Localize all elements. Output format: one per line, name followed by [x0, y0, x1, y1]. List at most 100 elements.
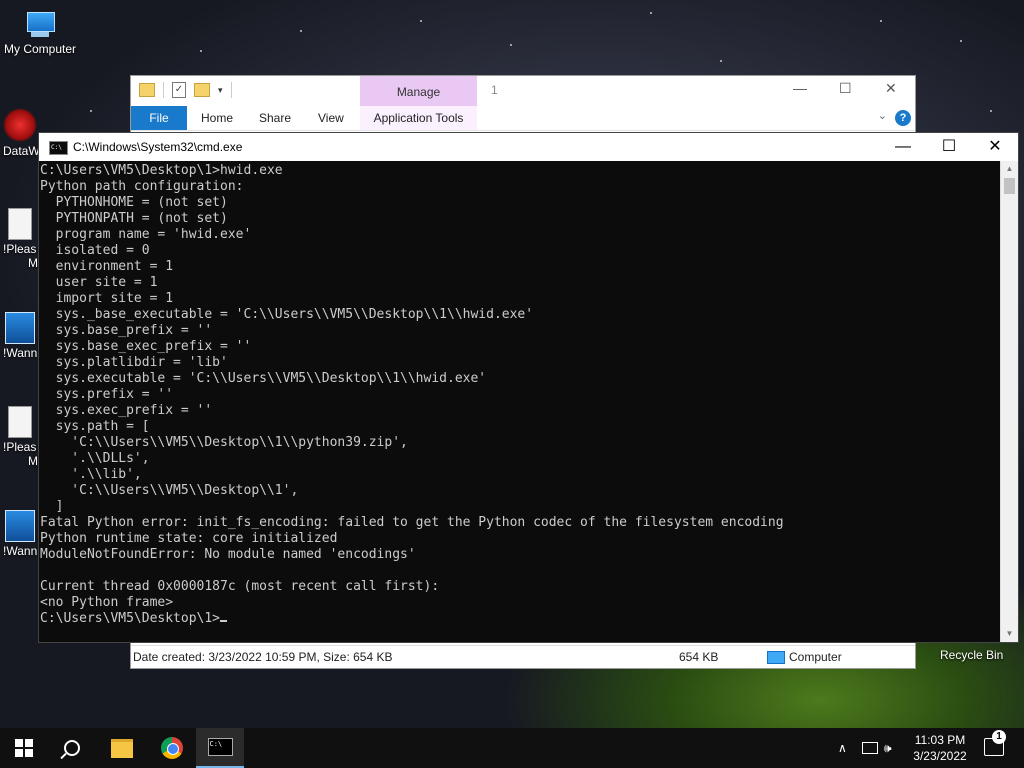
quick-access-toolbar: ✓ ▾: [139, 82, 232, 98]
desktop-icon-label: !Wann: [3, 346, 38, 360]
console-line: sys.base_exec_prefix = '': [40, 339, 252, 354]
cmd-title: C:\Windows\System32\cmd.exe: [73, 140, 243, 154]
maximize-button[interactable]: ☐: [839, 80, 852, 97]
scroll-down-icon[interactable]: ▼: [1001, 626, 1018, 642]
tab-share[interactable]: Share: [259, 106, 291, 130]
volume-button[interactable]: 🕪: [884, 728, 892, 768]
vertical-scrollbar[interactable]: ▲ ▼: [1000, 161, 1018, 642]
console-line: 'C:\\Users\\VM5\\Desktop\\1\\python39.zi…: [40, 435, 408, 450]
close-button[interactable]: ✕: [885, 80, 897, 97]
desktop-icon-my-computer[interactable]: My Computer: [0, 12, 80, 56]
console-line: <no Python frame>: [40, 595, 174, 610]
tab-home[interactable]: Home: [201, 106, 233, 130]
desktop-icon-label: My Computer: [3, 42, 77, 56]
console-line: sys.executable = 'C:\\Users\\VM5\\Deskto…: [40, 371, 487, 386]
new-folder-icon[interactable]: [194, 83, 210, 97]
notification-badge: 1: [992, 730, 1006, 744]
search-button[interactable]: [48, 728, 96, 768]
ribbon-tabs: File Home Share View Application Tools ⌄…: [131, 106, 915, 131]
close-button[interactable]: ✕: [972, 133, 1018, 161]
tab-view[interactable]: View: [318, 106, 344, 130]
status-details: Date created: 3/23/2022 10:59 PM, Size: …: [133, 650, 393, 664]
console-output[interactable]: C:\Users\VM5\Desktop\1>hwid.exe Python p…: [39, 161, 1000, 642]
console-line: sys.prefix = '': [40, 387, 174, 402]
network-button[interactable]: [862, 728, 878, 768]
taskbar-cmd[interactable]: C:\: [196, 728, 244, 768]
desktop-icon-wann-1[interactable]: !Wann: [0, 312, 40, 360]
taskbar-file-explorer[interactable]: [98, 728, 146, 768]
console-line: ]: [40, 499, 64, 514]
help-icon[interactable]: ?: [895, 110, 911, 126]
console-line: isolated = 0: [40, 243, 150, 258]
maximize-button[interactable]: ☐: [926, 133, 972, 161]
show-hidden-icons-button[interactable]: ∧: [838, 728, 847, 768]
start-button[interactable]: [0, 728, 48, 768]
console-line: environment = 1: [40, 259, 174, 274]
file-explorer-icon: [111, 738, 133, 758]
console-line: sys._base_executable = 'C:\\Users\\VM5\\…: [40, 307, 534, 322]
speaker-icon: 🕪: [884, 740, 892, 755]
document-icon: [8, 406, 32, 438]
manage-tab[interactable]: Manage: [360, 76, 477, 106]
scroll-up-icon[interactable]: ▲: [1001, 161, 1018, 177]
console-line: C:\Users\VM5\Desktop\1>hwid.exe: [40, 163, 283, 178]
console-line: program name = 'hwid.exe': [40, 227, 252, 242]
console-line: PYTHONHOME = (not set): [40, 195, 228, 210]
desktop-icon-label: !Pleas: [3, 242, 37, 256]
desktop-icon-dataw[interactable]: DataW: [0, 108, 40, 158]
scrollbar-thumb[interactable]: [1004, 178, 1015, 194]
text-cursor: [220, 620, 228, 622]
computer-icon: [23, 12, 57, 38]
console-line: Python runtime state: core initialized: [40, 531, 338, 546]
console-line: user site = 1: [40, 275, 158, 290]
console-line: 'C:\\Users\\VM5\\Desktop\\1',: [40, 483, 299, 498]
console-line: Python path configuration:: [40, 179, 244, 194]
customize-dropdown-icon[interactable]: ▾: [218, 85, 223, 96]
console-line: '.\\lib',: [40, 467, 142, 482]
cmd-icon: C:\: [49, 141, 68, 155]
console-prompt: C:\Users\VM5\Desktop\1>: [40, 611, 221, 626]
minimize-button[interactable]: —: [880, 133, 926, 161]
clock[interactable]: 11:03 PM 3/23/2022: [905, 732, 975, 764]
desktop-icon-please-2[interactable]: !Pleas M: [0, 406, 40, 468]
application-icon: [5, 510, 35, 542]
console-text: C:\Users\VM5\Desktop\1>hwid.exe Python p…: [40, 163, 1000, 611]
recycle-bin-label: Recycle Bin: [940, 648, 1004, 662]
datawiper-icon: [3, 108, 37, 142]
console-line: import site = 1: [40, 291, 174, 306]
status-bar: Date created: 3/23/2022 10:59 PM, Size: …: [131, 645, 915, 668]
chevron-down-icon[interactable]: ⌄: [878, 109, 887, 122]
desktop-icon-label-2: M: [28, 256, 38, 270]
tab-application-tools[interactable]: Application Tools: [360, 106, 477, 130]
desktop-icon-label: !Wann: [3, 544, 38, 558]
console-line: sys.path = [: [40, 419, 150, 434]
minimize-button[interactable]: —: [793, 80, 807, 96]
desktop-icon-recycle-bin[interactable]: Recycle Bin: [940, 648, 1003, 662]
console-line: sys.platlibdir = 'lib': [40, 355, 228, 370]
chevron-up-icon: ∧: [838, 741, 847, 755]
console-line: sys.base_prefix = '': [40, 323, 213, 338]
chrome-icon: [161, 737, 183, 759]
cmd-titlebar[interactable]: C:\ C:\Windows\System32\cmd.exe — ☐ ✕: [39, 133, 1018, 161]
explorer-titlebar[interactable]: ✓ ▾ Manage 1 — ☐ ✕: [131, 76, 915, 106]
properties-icon[interactable]: ✓: [172, 82, 186, 98]
cmd-icon: C:\: [207, 738, 233, 756]
tab-file[interactable]: File: [131, 106, 187, 130]
desktop-icon-label: !Pleas: [3, 440, 37, 454]
desktop-icon-please-1[interactable]: !Pleas M: [0, 208, 40, 270]
console-line: Fatal Python error: init_fs_encoding: fa…: [40, 515, 784, 530]
clock-time: 11:03 PM: [914, 733, 966, 747]
folder-icon[interactable]: [139, 83, 155, 97]
status-location: Computer: [789, 650, 842, 664]
computer-icon: [767, 651, 785, 665]
taskbar-chrome[interactable]: [148, 728, 196, 768]
desktop-icon-label-2: M: [28, 454, 38, 468]
cmd-window[interactable]: C:\ C:\Windows\System32\cmd.exe — ☐ ✕ C:…: [38, 132, 1019, 643]
windows-logo-icon: [15, 739, 33, 757]
desktop-icon-wann-2[interactable]: !Wann: [0, 510, 40, 558]
console-line: Current thread 0x0000187c (most recent c…: [40, 579, 440, 594]
desktop-icon-label: DataW: [3, 144, 40, 158]
search-icon: [64, 740, 80, 756]
application-icon: [5, 312, 35, 344]
status-size: 654 KB: [679, 650, 719, 664]
